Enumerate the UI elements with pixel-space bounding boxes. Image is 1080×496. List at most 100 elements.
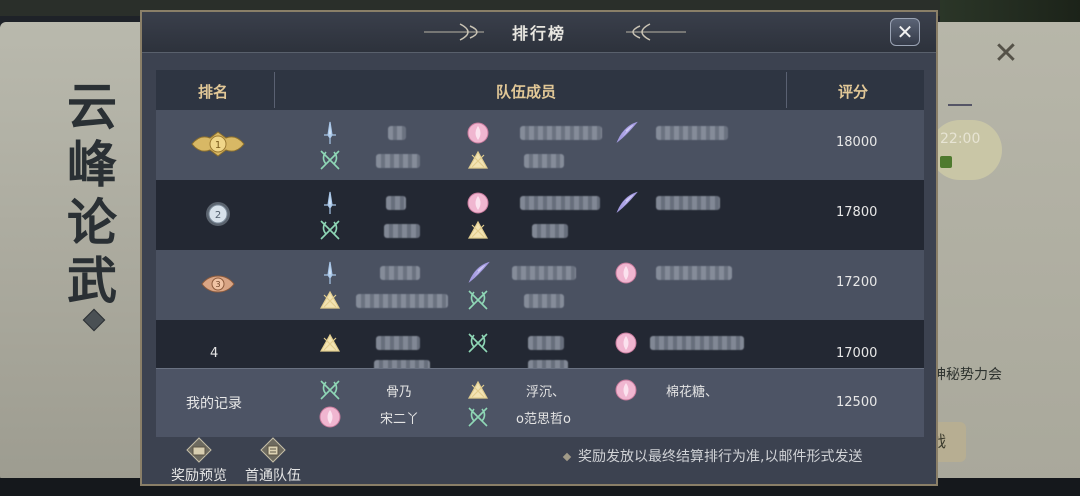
team-member: [318, 186, 450, 246]
lotus-class-icon: [467, 122, 489, 144]
my-record-row[interactable]: 我的记录 骨乃 宋二丫 浮沉、 ο范思哲ο 棉花糖、 12500: [156, 368, 924, 437]
team-member: 棉花糖、: [614, 373, 746, 433]
background-arrow-icon: [948, 104, 972, 106]
hidden-player-name: [520, 126, 602, 140]
header-score: 评分: [838, 83, 869, 101]
player-name: 浮沉、: [526, 385, 566, 400]
background-right-scroll: [930, 22, 1080, 482]
note-bullet-icon: [562, 452, 572, 462]
background-map-icon: [940, 156, 952, 168]
player-name: 骨乃: [386, 385, 413, 400]
score-value: 17200: [836, 275, 878, 290]
header-members: 队伍成员: [496, 83, 557, 101]
hidden-player-name: [524, 154, 564, 168]
panel-titlebar: 排行榜 ✕: [142, 12, 936, 53]
hidden-player-name: [532, 224, 568, 238]
bronze-medal-icon: 3: [201, 275, 235, 293]
panel-title: 排行榜: [511, 24, 566, 43]
treasure-chest-icon: [186, 437, 212, 463]
sword-class-icon: [324, 121, 336, 144]
header-divider: [274, 72, 275, 108]
crossed-blades-class-icon: [468, 333, 488, 353]
crossed-blades-class-icon: [320, 220, 340, 240]
hidden-player-name: [376, 336, 420, 350]
reward-preview-label: 奖励预览: [171, 468, 227, 484]
my-record-label: 我的记录: [186, 396, 242, 412]
team-member: [614, 256, 746, 316]
score-value: 18000: [836, 135, 878, 150]
team-member: [318, 326, 450, 368]
crossed-blades-class-icon: [320, 150, 340, 170]
table-row[interactable]: 4 17000: [156, 320, 924, 368]
player-name: 棉花糖、: [666, 385, 719, 400]
team-member: [614, 186, 746, 246]
table-row[interactable]: 3 17200: [156, 250, 924, 320]
close-button[interactable]: ✕: [890, 18, 920, 46]
svg-text:1: 1: [215, 140, 221, 151]
my-score-value: 12500: [836, 395, 878, 410]
hidden-player-name: [656, 196, 720, 210]
svg-text:2: 2: [215, 210, 221, 221]
score-value: 17800: [836, 205, 878, 220]
hidden-player-name: [650, 336, 744, 350]
hidden-player-name: [384, 224, 420, 238]
hidden-player-name: [374, 360, 430, 368]
background-event-text: 神秘势力会: [932, 367, 1002, 383]
hidden-player-name: [512, 266, 576, 280]
table-row[interactable]: 2 17800: [156, 180, 924, 250]
reward-preview-button[interactable]: 奖励预览: [164, 437, 234, 484]
player-name: ο范思哲ο: [516, 412, 571, 427]
lotus-class-icon: [615, 379, 637, 401]
player-name: 宋二丫: [380, 412, 420, 427]
close-x-icon: ✕: [896, 20, 914, 44]
hidden-player-name: [386, 196, 406, 210]
first-clear-team-label: 首通队伍: [245, 468, 301, 484]
lotus-class-icon: [615, 262, 637, 284]
hidden-player-name: [656, 126, 728, 140]
hidden-player-name: [520, 196, 600, 210]
feather-class-icon: [616, 191, 638, 213]
team-member: [614, 116, 746, 176]
gold-medal-icon: 1: [191, 131, 245, 157]
fan-class-icon: [467, 150, 489, 169]
table-header: 排名 队伍成员 评分: [156, 70, 924, 111]
ranking-table: 排名 队伍成员 评分 1 18000 2 17800 3 17200 4 170…: [156, 70, 924, 437]
team-member: [318, 116, 450, 176]
hidden-player-name: [524, 294, 564, 308]
background-calligraphy-title: 云峰论武: [67, 77, 117, 310]
fan-class-icon: [319, 290, 341, 309]
fan-class-icon: [319, 333, 341, 352]
sword-class-icon: [324, 261, 336, 284]
hidden-player-name: [656, 266, 732, 280]
first-clear-team-button[interactable]: 首通队伍: [238, 437, 308, 484]
reward-note: 奖励发放以最终结算排行为准,以邮件形式发送: [578, 449, 863, 465]
fan-class-icon: [467, 220, 489, 239]
team-member: [466, 326, 598, 368]
hidden-player-name: [388, 126, 406, 140]
team-member: [466, 116, 602, 176]
lotus-class-icon: [615, 332, 637, 354]
hidden-player-name: [376, 154, 420, 168]
lotus-class-icon: [467, 192, 489, 214]
crossed-blades-class-icon: [468, 290, 488, 310]
fan-class-icon: [467, 380, 489, 399]
feather-class-icon: [468, 261, 490, 283]
hidden-player-name: [528, 336, 564, 350]
silver-medal-icon: 2: [206, 202, 230, 226]
background-clock-time: 22:00: [940, 131, 981, 147]
header-rank: 排名: [198, 83, 229, 101]
feather-class-icon: [616, 121, 638, 143]
hidden-player-name: [528, 360, 568, 368]
background-clock-badge: [930, 120, 1002, 180]
background-close-icon[interactable]: ✕: [992, 39, 1020, 69]
table-row[interactable]: 1 18000: [156, 110, 924, 180]
team-member: [466, 186, 600, 246]
team-member: [614, 326, 746, 368]
crossed-blades-class-icon: [320, 380, 340, 400]
team-member: [466, 256, 598, 316]
title-ornament-right-icon: [626, 23, 686, 41]
header-divider: [786, 72, 787, 108]
sword-class-icon: [324, 191, 336, 214]
hidden-player-name: [380, 266, 420, 280]
rank-number: 4: [210, 346, 219, 361]
